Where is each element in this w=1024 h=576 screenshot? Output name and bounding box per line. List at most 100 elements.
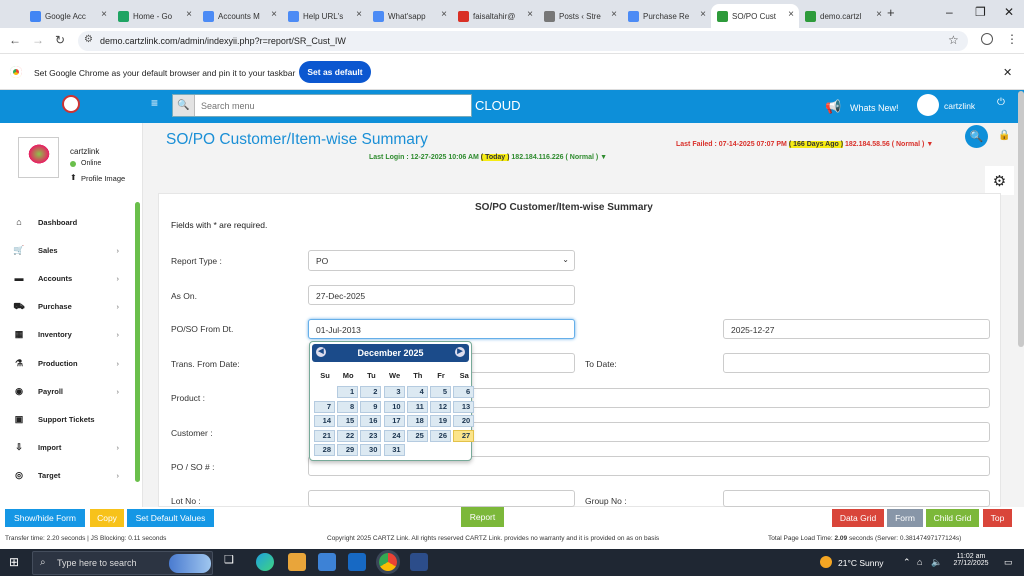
infobar-close-icon[interactable]: ✕: [1003, 66, 1012, 79]
sidebar-item-sales[interactable]: 🛒 Sales ›: [0, 236, 135, 264]
calendar-day[interactable]: 29: [337, 444, 359, 456]
sidebar-scrollbar[interactable]: [135, 202, 140, 482]
hamburger-menu-icon[interactable]: ≡: [151, 96, 158, 110]
calendar-day[interactable]: 5: [430, 386, 451, 398]
tab-3[interactable]: Accounts M ×: [197, 4, 282, 28]
tab-4[interactable]: Help URL's ×: [282, 4, 367, 28]
site-info-icon[interactable]: ⚙: [84, 34, 93, 45]
calendar-day[interactable]: 10: [383, 400, 405, 413]
power-icon[interactable]: ⏻: [997, 97, 1005, 108]
sidebar-item-import[interactable]: ⇩ Import ›: [0, 434, 135, 462]
sidebar-item-target[interactable]: ◎ Target ›: [0, 462, 135, 490]
chrome-taskbar-icon[interactable]: [379, 553, 397, 571]
report-type-select[interactable]: PO ⌄: [308, 250, 575, 271]
calendar-day[interactable]: 11: [406, 400, 428, 413]
explorer-icon[interactable]: [288, 553, 306, 571]
upload-icon[interactable]: ⬆: [70, 173, 77, 182]
windows-start-icon[interactable]: ⊞: [9, 555, 19, 569]
edge-icon[interactable]: [256, 553, 274, 571]
calendar-day[interactable]: 25: [406, 429, 428, 442]
tab-close-icon[interactable]: ×: [876, 9, 882, 20]
lot-field[interactable]: [308, 490, 575, 507]
sidebar-item-production[interactable]: ⚗ Production ›: [0, 349, 135, 377]
next-month-icon[interactable]: ▶: [455, 347, 465, 357]
calendar-day[interactable]: 9: [360, 400, 382, 413]
settings-gear-icon[interactable]: ⚙: [985, 166, 1014, 195]
profile-icon[interactable]: [981, 33, 993, 45]
calendar-day[interactable]: 14: [314, 415, 335, 427]
weather-text[interactable]: 21°C Sunny: [838, 558, 883, 568]
calendar-day[interactable]: 2: [360, 386, 382, 398]
sidebar-item-payroll[interactable]: ◉ Payroll ›: [0, 377, 135, 405]
close-window-icon[interactable]: ✕: [1004, 5, 1014, 19]
data-grid-button[interactable]: Data Grid: [832, 509, 884, 527]
tab-close-icon[interactable]: ×: [788, 9, 794, 20]
megaphone-icon[interactable]: 📢: [825, 99, 841, 115]
calendar-day[interactable]: 8: [337, 400, 359, 413]
calendar-day[interactable]: 3: [383, 386, 405, 398]
calendar-day[interactable]: 6: [453, 386, 475, 398]
tab-close-icon[interactable]: ×: [101, 9, 107, 20]
tab-1[interactable]: Google Acc ×: [24, 4, 112, 28]
calendar-day[interactable]: 16: [360, 415, 382, 427]
page-scrollbar[interactable]: [1018, 91, 1024, 347]
task-view-icon[interactable]: ❑: [224, 553, 242, 571]
trans-from-field[interactable]: [470, 353, 575, 373]
set-default-button[interactable]: Set as default: [299, 61, 371, 83]
calendar-day[interactable]: 28: [314, 444, 335, 456]
sidebar-item-dashboard[interactable]: ⌂ Dashboard: [0, 208, 135, 236]
tab-close-icon[interactable]: ×: [700, 9, 706, 20]
search-menu-input[interactable]: [195, 95, 471, 116]
to-date-field[interactable]: 2025-12-27: [723, 319, 990, 339]
calendar-day[interactable]: 17: [383, 415, 405, 427]
restore-icon[interactable]: ❐: [975, 5, 986, 19]
calendar-day[interactable]: 4: [406, 386, 428, 398]
tab-close-icon[interactable]: ×: [441, 9, 447, 20]
copy-button[interactable]: Copy: [90, 509, 124, 527]
calendar-day[interactable]: 13: [453, 400, 475, 413]
tab-10[interactable]: demo.cartzl ×: [799, 4, 887, 28]
calendar-day[interactable]: 21: [314, 429, 335, 442]
report-button[interactable]: Report: [461, 507, 504, 527]
customer-field[interactable]: [470, 422, 990, 442]
tab-5[interactable]: What'sapp ×: [367, 4, 452, 28]
notifications-icon[interactable]: ▭: [1004, 557, 1013, 568]
tray-chevron-icon[interactable]: ⌃: [903, 557, 911, 568]
profile-image-link[interactable]: Profile Image: [81, 174, 125, 183]
url-bar[interactable]: ⚙ demo.cartzlink.com/admin/indexyii.php?…: [78, 31, 968, 51]
taskbar-search[interactable]: ⌕ Type here to search: [32, 551, 213, 575]
calendar-day[interactable]: 24: [383, 429, 405, 442]
calendar-day[interactable]: 23: [360, 429, 382, 442]
tab-close-icon[interactable]: ×: [356, 9, 362, 20]
child-grid-button[interactable]: Child Grid: [926, 509, 979, 527]
sidebar-item-inventory[interactable]: ▦ Inventory ›: [0, 321, 135, 349]
volume-icon[interactable]: 🔈: [931, 557, 942, 568]
tab-7[interactable]: Posts ‹ Stre ×: [538, 4, 622, 28]
sidebar-item-support-tickets[interactable]: ▣ Support Tickets: [0, 405, 135, 433]
trans-to-field[interactable]: [723, 353, 990, 373]
tab-8[interactable]: Purchase Re ×: [622, 4, 711, 28]
header-username[interactable]: cartzlink: [944, 101, 975, 111]
calendar-day[interactable]: 30: [360, 444, 382, 456]
calendar-day[interactable]: 20: [453, 415, 475, 427]
new-tab-button[interactable]: +: [887, 5, 895, 20]
group-field[interactable]: [723, 490, 990, 507]
back-icon[interactable]: ←: [9, 33, 21, 47]
sidebar-item-purchase[interactable]: ⛟ Purchase ›: [0, 293, 135, 321]
reload-icon[interactable]: ↻: [55, 33, 65, 47]
mail-icon[interactable]: [348, 553, 366, 571]
bookmark-star-icon[interactable]: ☆: [948, 33, 959, 47]
clock[interactable]: 11:02 am 27/12/2025: [949, 553, 993, 567]
menu-dots-icon[interactable]: ⋮: [1006, 32, 1018, 46]
calendar-day[interactable]: 15: [337, 415, 359, 427]
form-button[interactable]: Form: [887, 509, 923, 527]
network-icon[interactable]: ⌂: [917, 557, 922, 567]
remote-app-icon[interactable]: [410, 553, 428, 571]
sidebar-item-accounts[interactable]: ▬ Accounts ›: [0, 264, 135, 292]
page-search-icon[interactable]: 🔍: [965, 125, 988, 148]
whats-new-link[interactable]: Whats New!: [850, 103, 899, 113]
tab-9[interactable]: SO/PO Cust ×: [711, 4, 799, 28]
tab-close-icon[interactable]: ×: [611, 9, 617, 20]
as-on-field[interactable]: 27-Dec-2025: [308, 285, 575, 305]
from-date-field[interactable]: 01-Jul-2013: [308, 319, 575, 339]
